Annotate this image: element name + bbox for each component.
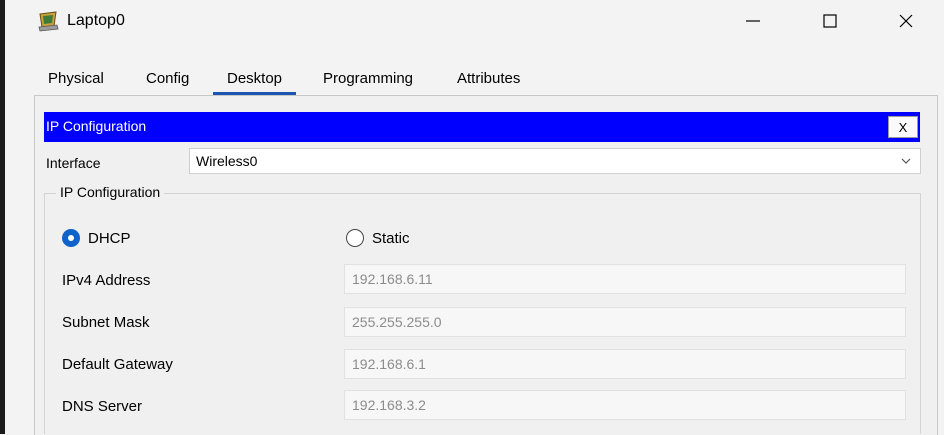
minimize-button[interactable]	[728, 0, 778, 42]
interface-value: Wireless0	[196, 153, 258, 169]
subnet-mask-value: 255.255.255.0	[352, 314, 442, 330]
subnet-mask-label: Subnet Mask	[62, 314, 150, 331]
subnet-mask-field[interactable]: 255.255.255.0	[344, 307, 906, 337]
tab-desktop[interactable]: Desktop	[212, 70, 297, 95]
default-gateway-field[interactable]: 192.168.6.1	[344, 349, 906, 379]
dns-server-value: 192.168.3.2	[352, 397, 426, 413]
dns-server-field[interactable]: 192.168.3.2	[344, 390, 906, 420]
tab-config[interactable]: Config	[146, 70, 189, 87]
maximize-icon	[823, 14, 837, 28]
tab-programming[interactable]: Programming	[323, 70, 413, 87]
chevron-down-icon	[901, 158, 911, 164]
interface-label: Interface	[46, 155, 101, 171]
close-button[interactable]	[881, 0, 931, 42]
static-radio[interactable]	[346, 229, 364, 247]
window-titlebar[interactable]: Laptop0	[5, 0, 944, 46]
dhcp-option[interactable]: DHCP	[62, 229, 131, 247]
laptop-device-icon	[38, 11, 59, 32]
window-title: Laptop0	[67, 12, 125, 29]
interface-select[interactable]: Wireless0	[189, 148, 921, 174]
ip-config-close-button[interactable]: X	[888, 116, 918, 138]
dhcp-radio[interactable]	[62, 229, 80, 247]
tab-physical[interactable]: Physical	[48, 70, 104, 87]
static-label: Static	[372, 229, 410, 247]
ipv4-address-value: 192.168.6.11	[352, 271, 433, 287]
close-icon	[899, 14, 913, 28]
window-left-edge	[0, 0, 5, 434]
ip-config-header: IP Configuration X	[44, 112, 920, 142]
dns-server-label: DNS Server	[62, 398, 143, 415]
minimize-icon	[746, 20, 760, 22]
default-gateway-value: 192.168.6.1	[352, 356, 426, 372]
default-gateway-label: Default Gateway	[62, 356, 173, 373]
static-option[interactable]: Static	[346, 229, 410, 247]
dhcp-label: DHCP	[88, 229, 131, 247]
ipv4-address-field[interactable]: 192.168.6.11	[344, 264, 906, 294]
maximize-button[interactable]	[805, 0, 855, 42]
ip-config-group-title: IP Configuration	[56, 184, 165, 200]
tab-attributes[interactable]: Attributes	[457, 70, 520, 87]
ipv4-address-label: IPv4 Address	[62, 272, 151, 289]
ip-config-title: IP Configuration	[46, 118, 147, 134]
